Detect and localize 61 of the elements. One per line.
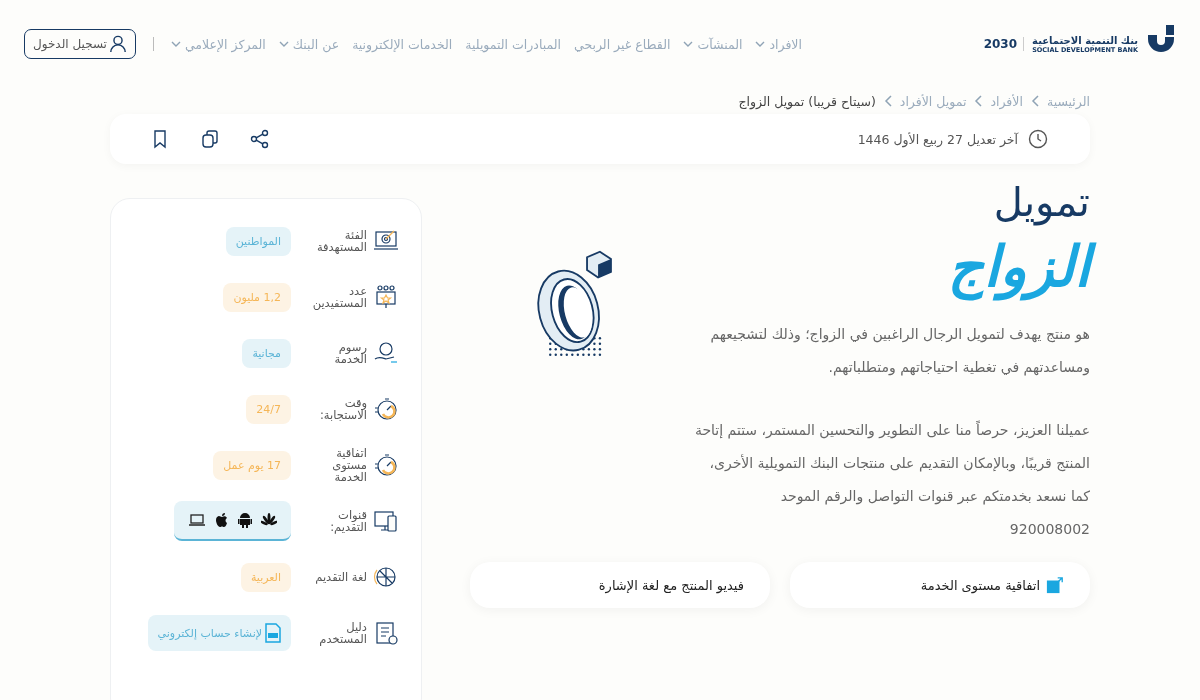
manual-icon [373,620,399,646]
description-text: هو منتج يهدف لتمويل الرجال الراغبين في الزواج؛ وذلك لتشجيعهم ومساعدتهم في تغطية احتياجاتهم ومتطلباتهم. [709,325,1090,378]
document-link[interactable]: فيديو المنتج مع لغة الإشارة [470,562,770,609]
chevron-icon [974,95,983,107]
nav-link[interactable]: الافراد [769,36,802,52]
detail-value: 1,2 مليون [223,282,291,312]
nav-link[interactable]: القطاع غير الربحي [574,36,671,52]
timer-icon [373,452,399,478]
detail-label: دليل المستخدم [318,620,367,646]
vision-logo: 2030 [983,37,1025,51]
user-icon [108,35,127,53]
detail-value: مجانية [242,338,291,368]
detail-label: قنوات التقديم: [329,508,367,534]
nav-link[interactable]: الخدمات الإلكترونية [352,36,453,52]
detail-value: 17 يوم عمل [213,450,291,480]
breadcrumb-link[interactable]: (سيتاح قريبا) تمويل الزواج [738,93,876,109]
bank-name: بنك التنمية الاجتماعية [1032,34,1138,46]
detail-value: العربية [240,562,291,592]
timer-icon [373,396,399,422]
login-button[interactable]: تسجيل الدخول [24,29,136,59]
copy-icon[interactable] [200,129,220,149]
description-text: كما نسعد بخدمتكم عبر قنوات التواصل والرقم الموحد [779,487,1090,507]
detail-label: عدد المستفيدين [311,284,367,310]
nav-link[interactable]: المركز الإعلامي [184,36,266,52]
breadcrumb-link[interactable]: تمويل الأفراد [899,93,967,109]
devices-icon [373,508,399,534]
external-link-icon [1046,576,1064,595]
chevron-down-icon[interactable] [683,41,694,47]
detail-label: الفئة المستهدفة [315,228,367,254]
detail-value: 24/7 [246,394,291,424]
board-icon [373,284,399,310]
clock-icon [1028,129,1048,149]
description-text: عميلنا العزيز، حرصاً منا على التطوير والتحسين المستمر، ستتم إتاحة المنتج قريبًا، وبالإمكان التقديم على منتجات البنك التمويلية الأخرى، [693,419,1090,474]
last-modified-text: آخر تعديل 27 ربيع الأول 1446 [857,131,1018,147]
detail-label: رسوم الخدمة [333,340,367,366]
chevron-icon [1030,95,1039,107]
globe-icon [373,564,399,590]
pdf-file-icon [265,623,281,643]
breadcrumb-link[interactable]: الرئيسية [1046,93,1090,109]
document-link[interactable]: اتفاقية مستوى الخدمة [790,562,1090,609]
flower-logo-icon [261,513,277,527]
detail-value: المواطنين [225,226,291,256]
laptop-icon [188,513,206,527]
user-guide-link[interactable]: لإنشاء حساب إلكتروني [147,615,291,651]
apple-icon [215,512,229,528]
page-title-calligraphy: الزواج [933,228,1104,307]
nav-link[interactable]: المنشآت [697,36,743,52]
description-text: 920008002 [1008,520,1090,540]
android-icon [238,512,252,528]
page-title: تمويل [992,178,1090,228]
detail-label: لغة التقديم [314,570,367,584]
chevron-down-icon[interactable] [755,41,766,47]
detail-label: اتفاقية مستوى الخدمة [331,446,367,484]
share-icon[interactable] [250,129,270,149]
chevron-icon [883,95,892,107]
chevron-down-icon[interactable] [278,41,289,47]
nav-link[interactable]: المبادرات التمويلية [465,36,561,52]
nav-link[interactable]: عن البنك [292,36,340,52]
detail-label: وقت الاستجابة: [318,396,367,422]
breadcrumb-link[interactable]: الأفراد [990,93,1023,109]
chevron-down-icon[interactable] [170,41,181,47]
